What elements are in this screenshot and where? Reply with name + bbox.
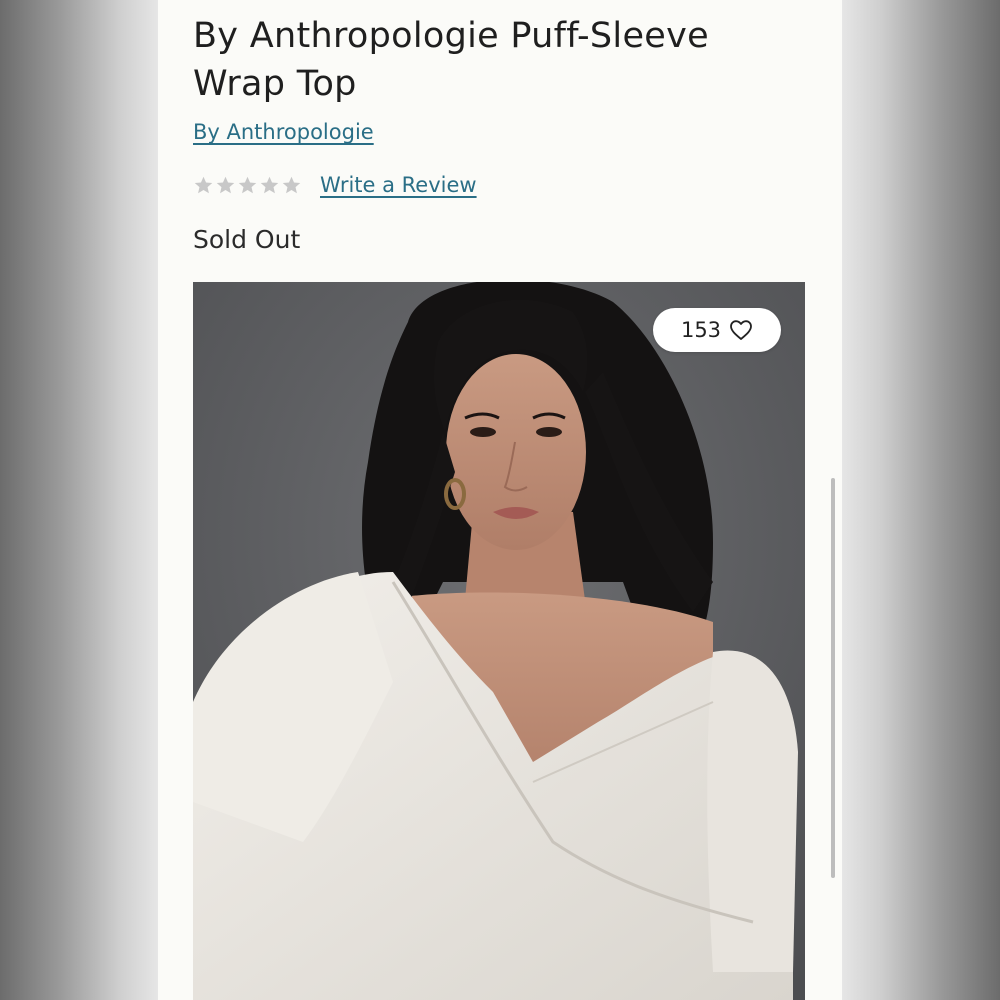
brand-link[interactable]: By Anthropologie — [193, 120, 374, 144]
heart-icon — [730, 320, 752, 340]
product-page: By Anthropologie Puff-Sleeve Wrap Top By… — [158, 0, 842, 1000]
star-icon — [216, 176, 235, 193]
star-icon — [282, 176, 301, 193]
availability-status: Sold Out — [193, 225, 301, 254]
star-icon — [194, 176, 213, 193]
rating-row: Write a Review — [193, 170, 477, 200]
star-rating — [193, 175, 302, 196]
star-icon — [260, 176, 279, 193]
product-image[interactable]: 153 — [193, 282, 805, 1000]
like-count: 153 — [680, 318, 722, 342]
write-review-link[interactable]: Write a Review — [320, 173, 477, 197]
product-title: By Anthropologie Puff-Sleeve Wrap Top — [193, 16, 709, 104]
model-photo — [193, 282, 805, 1000]
like-button[interactable]: 153 — [653, 308, 781, 352]
star-icon — [238, 176, 257, 193]
scrollbar[interactable] — [831, 478, 835, 878]
